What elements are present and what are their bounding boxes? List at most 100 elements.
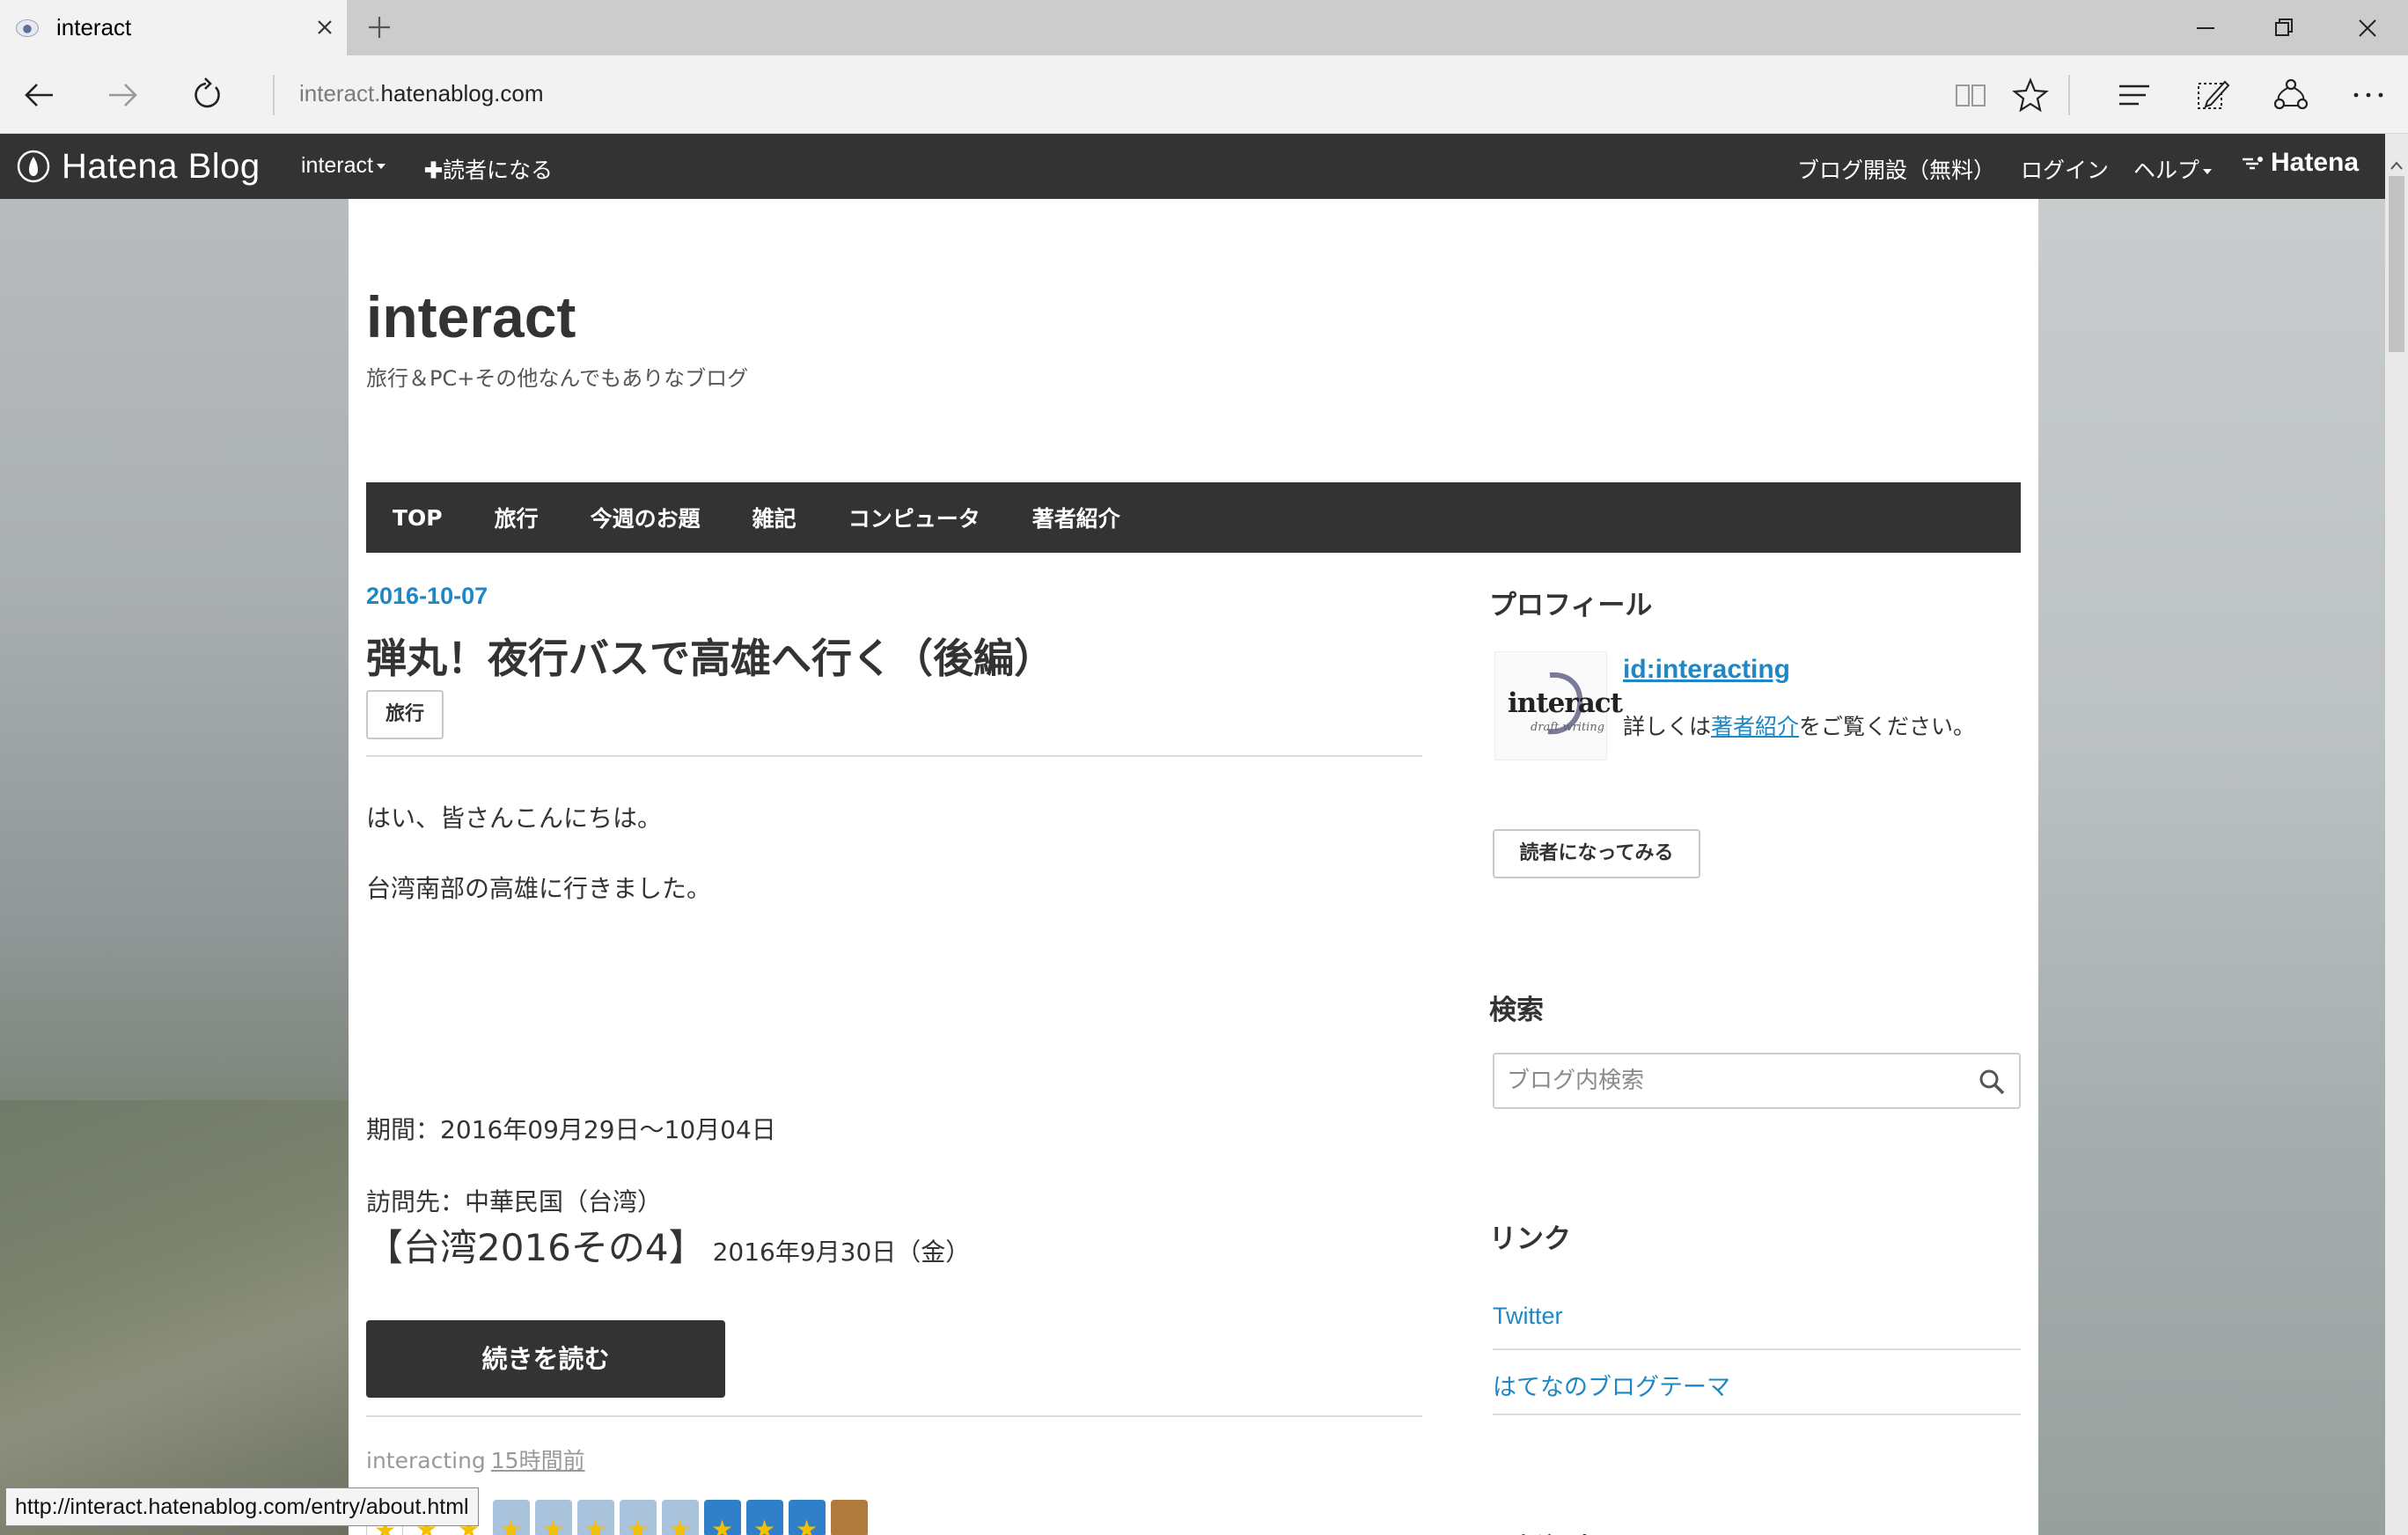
star-icon: ★ <box>500 1515 523 1535</box>
entry-paragraph: 台湾南部の高雄に行きました。 <box>366 874 712 903</box>
about-author-link[interactable]: 著者紹介 <box>1711 714 1799 739</box>
star-icon: ★ <box>669 1515 692 1535</box>
star-icon: ★ <box>753 1515 776 1535</box>
entry-heading-main: 【台湾2016その4】 <box>366 1226 706 1269</box>
profile-module-title: プロフィール <box>1489 590 1653 621</box>
links-module-title: リンク <box>1489 1223 1571 1255</box>
minimize-icon[interactable] <box>2190 12 2221 44</box>
nav-item-about-author[interactable]: 著者紹介 <box>1032 502 1120 533</box>
profile-id-link[interactable]: id:interacting <box>1623 655 1790 685</box>
nav-item-computer[interactable]: コンピュータ <box>848 502 980 533</box>
profile-description: 詳しくは著者紹介をご覧ください。 <box>1623 709 1975 741</box>
entry-date[interactable]: 2016-10-07 <box>366 583 488 610</box>
category-tag[interactable]: 旅行 <box>366 690 444 739</box>
refresh-icon[interactable] <box>187 75 227 115</box>
close-tab-icon[interactable] <box>312 14 338 40</box>
profile-avatar[interactable]: interact draft writing <box>1494 651 1623 760</box>
star-user-avatar[interactable]: ★ <box>620 1500 657 1535</box>
blog-description: 旅行＆PC+その他なんでもありなブログ <box>366 366 749 391</box>
entry-footer: interacting 15時間前 <box>366 1443 585 1475</box>
blog-container: interact 旅行＆PC+その他なんでもありなブログ TOP 旅行 今週のお… <box>349 199 2038 1535</box>
address-host: hatenablog.com <box>380 80 544 106</box>
share-icon[interactable] <box>2271 75 2311 115</box>
hatena-label: Hatena <box>2271 148 2360 177</box>
star-user-avatar[interactable]: ★ <box>535 1500 572 1535</box>
subscribe-label: 読者になる <box>442 158 553 183</box>
chevron-down-icon <box>2203 169 2213 175</box>
divider <box>2068 75 2070 115</box>
search-icon[interactable] <box>1977 1067 2007 1097</box>
blog-menu-dropdown[interactable]: interact <box>301 153 385 179</box>
entry-heading: 【台湾2016その4】 2016年9月30日（金） <box>366 1218 970 1272</box>
hatena-global-header: Hatena Blog interact ✚読者になる ブログ開設（無料） ログ… <box>0 134 2385 199</box>
tab-title: interact <box>56 14 132 40</box>
entry-time-link[interactable]: 15時間前 <box>491 1448 585 1473</box>
star-user-avatar[interactable] <box>831 1500 868 1535</box>
tab-bar: interact <box>0 0 2408 55</box>
address-subdomain: interact. <box>299 80 381 106</box>
entry-period: 期間：2016年09月29日〜10月04日 <box>366 1115 776 1144</box>
browser-window: interact interact.hatenablog.com Hatena … <box>0 0 2408 1535</box>
entry-title[interactable]: 弾丸！夜行バスで高雄へ行く（後編） <box>366 627 1054 685</box>
nav-item-top[interactable]: TOP <box>393 505 443 531</box>
hatena-blog-logo-text: Hatena Blog <box>62 146 261 186</box>
profile-desc-text: をご覧ください。 <box>1799 714 1976 739</box>
help-dropdown[interactable]: ヘルプ <box>2133 153 2213 185</box>
star-user-avatar[interactable]: ★ <box>662 1500 699 1535</box>
hatena-blog-logo[interactable]: Hatena Blog <box>16 144 261 188</box>
subscribe-button[interactable]: 読者になってみる <box>1493 829 1700 878</box>
star-icon: ★ <box>584 1515 607 1535</box>
star-user-avatar[interactable]: ★ <box>493 1500 530 1535</box>
recent-entries-title: 最新記事 <box>1489 1526 1598 1535</box>
scrollbar-thumb[interactable] <box>2389 176 2404 352</box>
more-dots-icon[interactable] <box>2348 75 2389 115</box>
star-user-avatar[interactable]: ★ <box>704 1500 741 1535</box>
back-arrow-icon[interactable] <box>19 75 60 115</box>
profile-desc-text: 詳しくは <box>1623 714 1712 739</box>
address-bar[interactable]: interact.hatenablog.com <box>299 80 544 107</box>
star-icon: ★ <box>796 1515 819 1535</box>
link-twitter[interactable]: Twitter <box>1493 1303 1563 1330</box>
restore-icon[interactable] <box>2269 12 2301 44</box>
profile-avatar-subtext: draft writing <box>1531 721 1605 734</box>
plus-icon: ✚ <box>424 158 443 183</box>
close-window-icon[interactable] <box>2352 12 2383 44</box>
blog-menu-label: interact <box>301 153 373 178</box>
scroll-up-arrow-icon[interactable] <box>2389 158 2404 173</box>
login-link[interactable]: ログイン <box>2021 153 2109 185</box>
star-user-avatar[interactable]: ★ <box>789 1500 826 1535</box>
star-icon: ★ <box>542 1515 565 1535</box>
hatena-bird-icon <box>2243 157 2263 170</box>
search-module-title: 検索 <box>1489 995 1544 1026</box>
global-nav: TOP 旅行 今週のお題 雑記 コンピュータ 著者紹介 <box>366 482 2021 553</box>
star-user-avatar[interactable]: ★ <box>746 1500 783 1535</box>
subscribe-link[interactable]: ✚読者になる <box>424 153 553 185</box>
nav-item-misc[interactable]: 雑記 <box>752 502 797 533</box>
entry-author[interactable]: interacting <box>366 1448 486 1473</box>
favorite-star-icon[interactable] <box>2010 75 2051 115</box>
reading-view-icon[interactable] <box>1950 75 1991 115</box>
entry-destination: 訪問先：中華民国（台湾） <box>366 1187 663 1216</box>
nav-item-weekly-topic[interactable]: 今週のお題 <box>591 502 701 533</box>
background-photo-ground <box>0 1100 352 1535</box>
address-toolbar: interact.hatenablog.com <box>0 55 2408 134</box>
nav-item-travel[interactable]: 旅行 <box>495 502 539 533</box>
start-blog-link[interactable]: ブログ開設（無料） <box>1797 153 1995 185</box>
blog-title[interactable]: interact <box>366 283 576 350</box>
read-more-button[interactable]: 続きを読む <box>366 1320 725 1398</box>
background-photo-sky <box>2038 199 2385 1535</box>
divider <box>1493 1348 2021 1350</box>
link-hatena-blog-theme[interactable]: はてなのブログテーマ <box>1493 1368 1730 1402</box>
web-note-icon[interactable] <box>2191 75 2232 115</box>
divider <box>273 75 275 115</box>
new-tab-icon[interactable] <box>364 12 394 42</box>
browser-tab[interactable]: interact <box>0 0 347 55</box>
hub-icon[interactable] <box>2114 75 2155 115</box>
search-input[interactable] <box>1494 1054 1970 1107</box>
star-user-avatar[interactable]: ★ <box>577 1500 614 1535</box>
hatena-link[interactable]: Hatena <box>2241 148 2359 178</box>
star-icon: ★ <box>627 1515 650 1535</box>
entry-paragraph: はい、皆さんこんにちは。 <box>366 804 663 833</box>
divider <box>366 755 1422 757</box>
forward-arrow-icon[interactable] <box>102 75 143 115</box>
